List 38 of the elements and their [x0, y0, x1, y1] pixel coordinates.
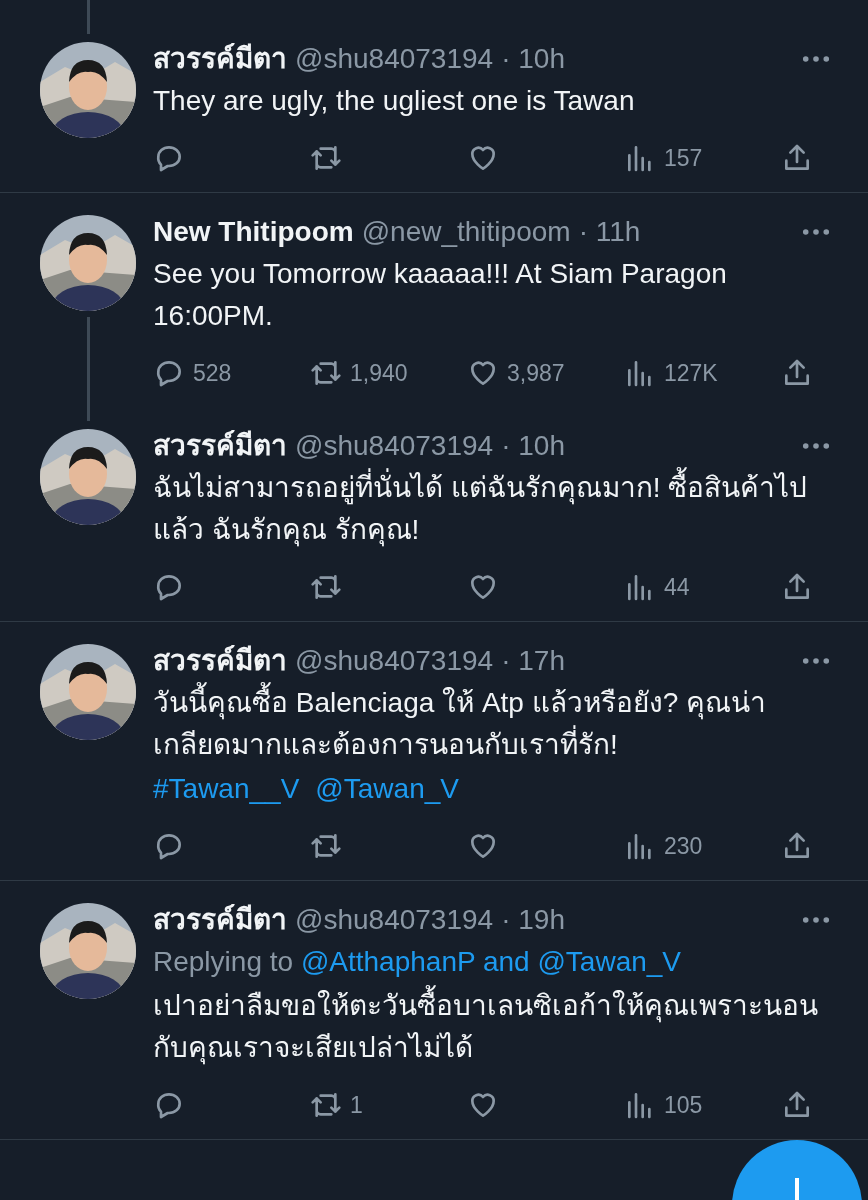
user-handle[interactable]: @shu84073194: [295, 642, 494, 680]
display-name[interactable]: สวรรค์มีตา: [153, 40, 287, 78]
display-name[interactable]: สวรรค์มีตา: [153, 642, 287, 680]
hashtag-link[interactable]: #Tawan__V: [153, 768, 300, 810]
mention-link[interactable]: @Tawan_V: [315, 768, 459, 810]
more-icon[interactable]: [802, 442, 830, 450]
timestamp[interactable]: · 11h: [578, 213, 641, 251]
user-handle[interactable]: @shu84073194: [295, 427, 494, 465]
action-count: 230: [664, 832, 703, 860]
timestamp[interactable]: · 17h: [501, 642, 565, 680]
action-count: 157: [664, 144, 703, 172]
action-count: 528: [193, 359, 232, 387]
timestamp[interactable]: · 19h: [501, 901, 565, 939]
more-icon[interactable]: [802, 55, 830, 63]
more-icon[interactable]: [802, 228, 830, 236]
tweet-text: ฉันไม่สามารถอยู่ที่นั่นได้ แต่ฉันรักคุณมาก! ซื้อสินค้าไปแล้ว ฉันรักคุณ รักคุณ!: [153, 467, 830, 551]
action-count: 127K: [664, 359, 718, 387]
user-handle[interactable]: @new_thitipoom: [361, 213, 571, 251]
user-handle[interactable]: @shu84073194: [295, 901, 494, 939]
more-icon[interactable]: [802, 916, 830, 924]
user-handle[interactable]: @shu84073194: [295, 40, 494, 78]
timestamp[interactable]: · 10h: [501, 427, 565, 465]
display-name[interactable]: สวรรค์มีตา: [153, 427, 287, 465]
more-icon[interactable]: [802, 657, 830, 665]
action-count: 44: [664, 573, 690, 601]
action-count: 105: [664, 1091, 703, 1119]
tweet-text: See you Tomorrow kaaaaa!!! At Siam Paragon 16:00PM.: [153, 257, 728, 333]
action-count: 3,987: [507, 359, 565, 387]
tweet-text: They are ugly, the ugliest one is Tawan: [153, 84, 636, 118]
tweet-text: วันนี้คุณซื้อ Balenciaga ให้ Atp แล้วหรือยัง? คุณน่าเกลียดมากและต้องการนอนกับเราที่รัก!: [153, 682, 830, 766]
display-name[interactable]: สวรรค์มีตา: [153, 901, 287, 939]
replying-to-text: Replying to @AtthaphanP and @Tawan_V: [153, 945, 683, 979]
display-name[interactable]: New Thitipoom: [153, 213, 354, 251]
tweet-text: เปาอย่าลืมขอให้ตะวันซื้อบาเลนซิเอก้าให้คุณเพราะนอนกับคุณเราจะเสียเปล่าไม่ได้: [153, 985, 830, 1069]
timestamp[interactable]: · 10h: [501, 40, 565, 78]
action-count: 1: [350, 1091, 363, 1119]
action-count: 1,940: [350, 359, 408, 387]
mention-link[interactable]: @AtthaphanP and @Tawan_V: [300, 946, 682, 977]
